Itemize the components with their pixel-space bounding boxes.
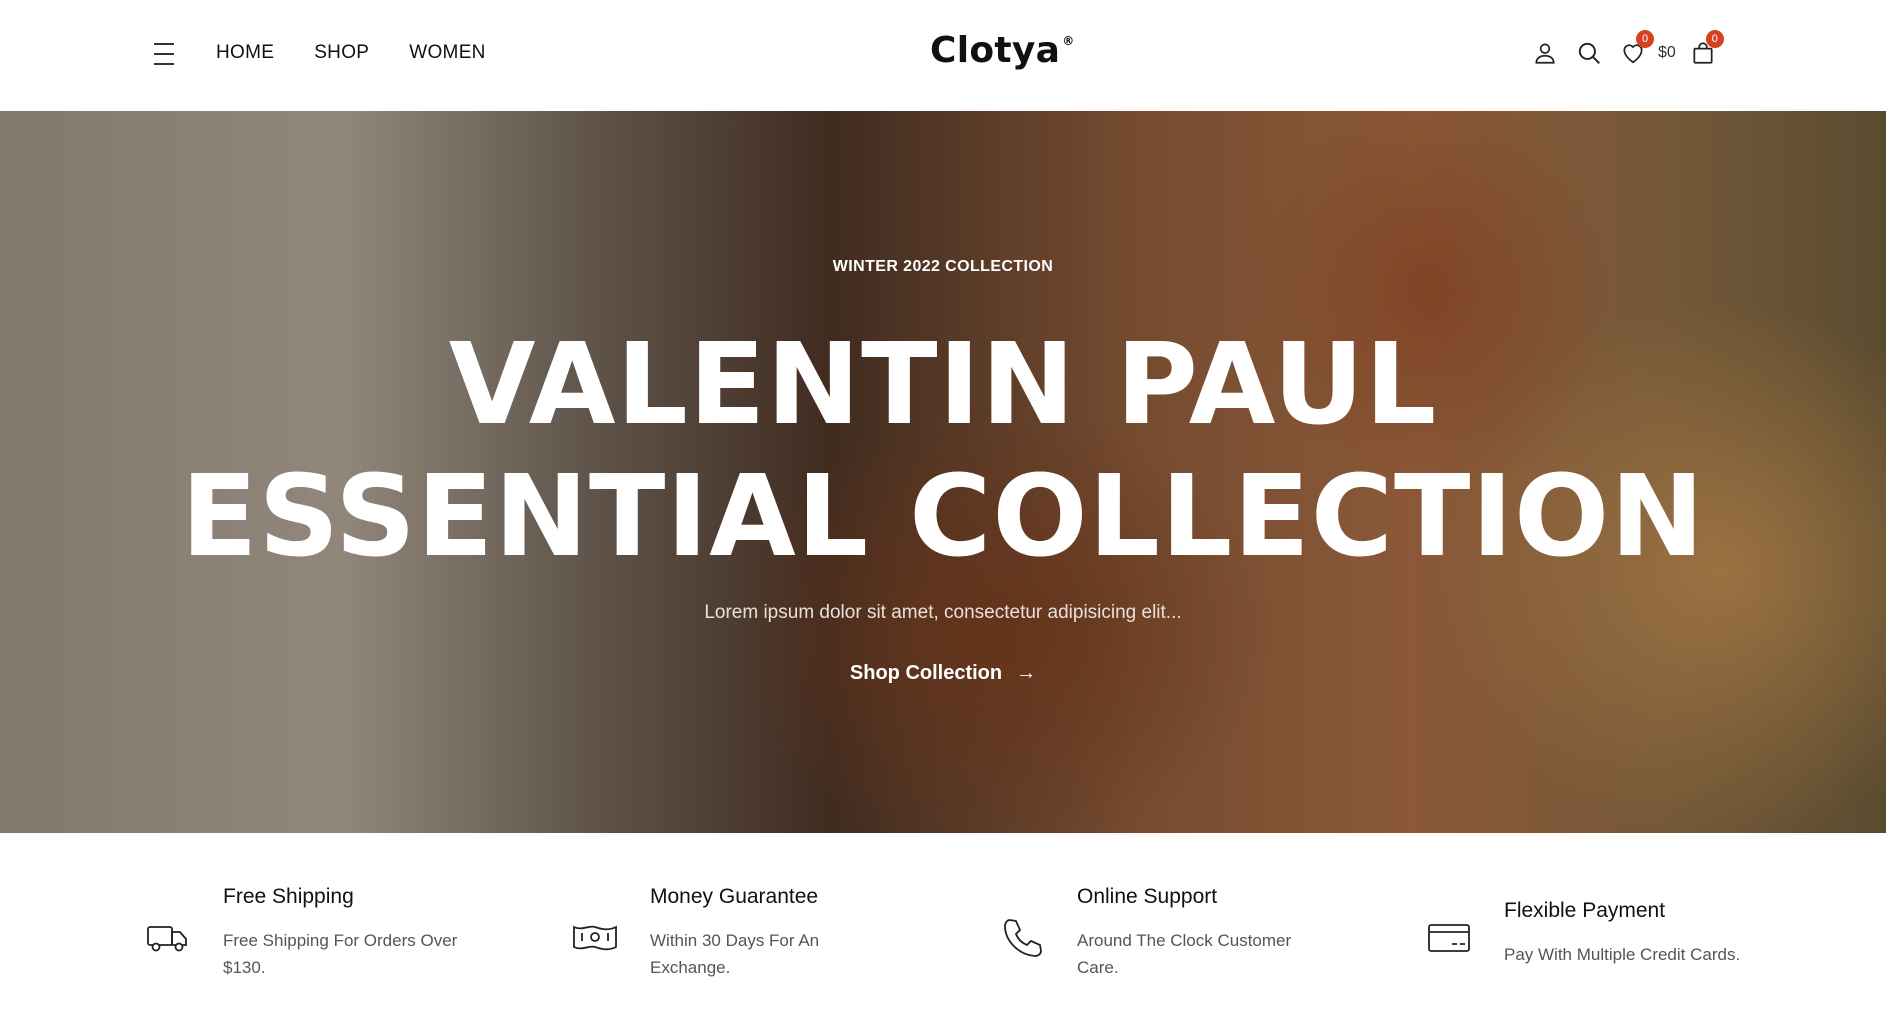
- feature-flexible-payment: Flexible Payment Pay With Multiple Credi…: [1428, 899, 1764, 968]
- feature-title: Money Guarantee: [650, 885, 819, 908]
- hamburger-menu-icon[interactable]: [154, 43, 174, 65]
- feature-free-shipping: Free Shipping Free Shipping For Orders O…: [147, 885, 473, 981]
- account-icon[interactable]: [1530, 38, 1560, 68]
- feature-description: Around The Clock Customer Care.: [1077, 931, 1292, 977]
- hero-banner: WINTER 2022 COLLECTION VALENTIN PAUL ESS…: [0, 111, 1886, 833]
- feature-money-guarantee: Money Guarantee Within 30 Days For An Ex…: [573, 885, 900, 981]
- wishlist-button[interactable]: 0: [1618, 30, 1654, 68]
- hero-title: VALENTIN PAUL ESSENTIAL COLLECTION: [0, 319, 1886, 583]
- search-icon[interactable]: [1574, 38, 1604, 68]
- feature-description: Free Shipping For Orders Over $130.: [223, 931, 458, 977]
- feature-title: Online Support: [1077, 885, 1218, 908]
- truck-icon: [145, 915, 191, 961]
- main-nav: HOME SHOP WOMEN: [216, 42, 486, 64]
- hero-content: WINTER 2022 COLLECTION VALENTIN PAUL ESS…: [0, 111, 1886, 833]
- hero-subtitle: Lorem ipsum dolor sit amet, consectetur …: [704, 602, 1182, 623]
- cart-count-badge: 0: [1705, 30, 1724, 48]
- wishlist-count-badge: 0: [1636, 30, 1654, 48]
- credit-card-icon: [1426, 915, 1472, 961]
- feature-title: Flexible Payment: [1504, 899, 1666, 922]
- hero-title-line-1: VALENTIN PAUL: [448, 320, 1438, 450]
- hero-title-line-2: ESSENTIAL COLLECTION: [180, 452, 1705, 582]
- nav-home[interactable]: HOME: [216, 42, 274, 64]
- feature-title: Free Shipping: [223, 885, 354, 908]
- phone-icon: [999, 915, 1045, 961]
- feature-description: Within 30 Days For An Exchange.: [650, 931, 820, 977]
- header-actions: 0 $0 0: [1530, 30, 1724, 68]
- money-icon: [572, 915, 618, 961]
- site-header: HOME SHOP WOMEN Clotya ® 0 $0 0: [0, 0, 1886, 111]
- shop-collection-link[interactable]: Shop Collection →: [0, 662, 1886, 685]
- arrow-right-icon: →: [1016, 662, 1037, 684]
- nav-shop[interactable]: SHOP: [314, 42, 369, 64]
- shop-collection-label[interactable]: Shop Collection: [850, 662, 1002, 684]
- feature-online-support: Online Support Around The Clock Customer…: [1004, 885, 1327, 981]
- logo-text: Clotya: [930, 30, 1061, 71]
- logo-registered-mark: ®: [1062, 34, 1075, 48]
- features-bar: Free Shipping Free Shipping For Orders O…: [0, 833, 1886, 1015]
- site-logo[interactable]: Clotya ®: [930, 30, 1075, 71]
- hero-eyebrow: WINTER 2022 COLLECTION: [832, 258, 1054, 275]
- feature-description: Pay With Multiple Credit Cards.: [1504, 945, 1741, 964]
- nav-women[interactable]: WOMEN: [409, 42, 485, 64]
- cart-total[interactable]: $0: [1658, 44, 1676, 62]
- cart-button[interactable]: 0: [1688, 30, 1724, 68]
